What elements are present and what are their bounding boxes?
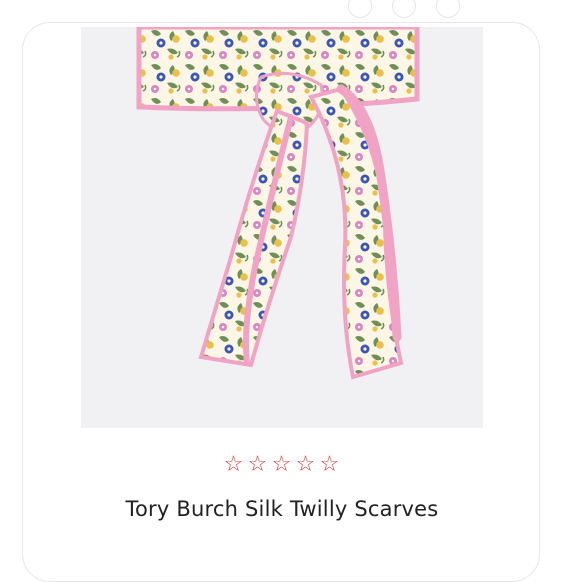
star-icon: ☆ bbox=[295, 452, 317, 477]
product-card[interactable]: ☆ ☆ ☆ ☆ ☆ Tory Burch Silk Twilly Scarves bbox=[22, 22, 540, 582]
dot-icon bbox=[392, 0, 416, 18]
star-icon: ☆ bbox=[271, 452, 293, 477]
dot-icon bbox=[436, 0, 460, 18]
product-image[interactable] bbox=[81, 27, 483, 428]
top-partial-controls bbox=[0, 0, 563, 22]
star-rating: ☆ ☆ ☆ ☆ ☆ bbox=[23, 453, 541, 477]
dot-icon bbox=[348, 0, 372, 18]
star-icon: ☆ bbox=[319, 452, 341, 477]
product-title[interactable]: Tory Burch Silk Twilly Scarves bbox=[23, 497, 541, 521]
scarf-image-illustration bbox=[136, 27, 420, 380]
star-icon: ☆ bbox=[247, 452, 269, 477]
star-icon: ☆ bbox=[223, 452, 245, 477]
